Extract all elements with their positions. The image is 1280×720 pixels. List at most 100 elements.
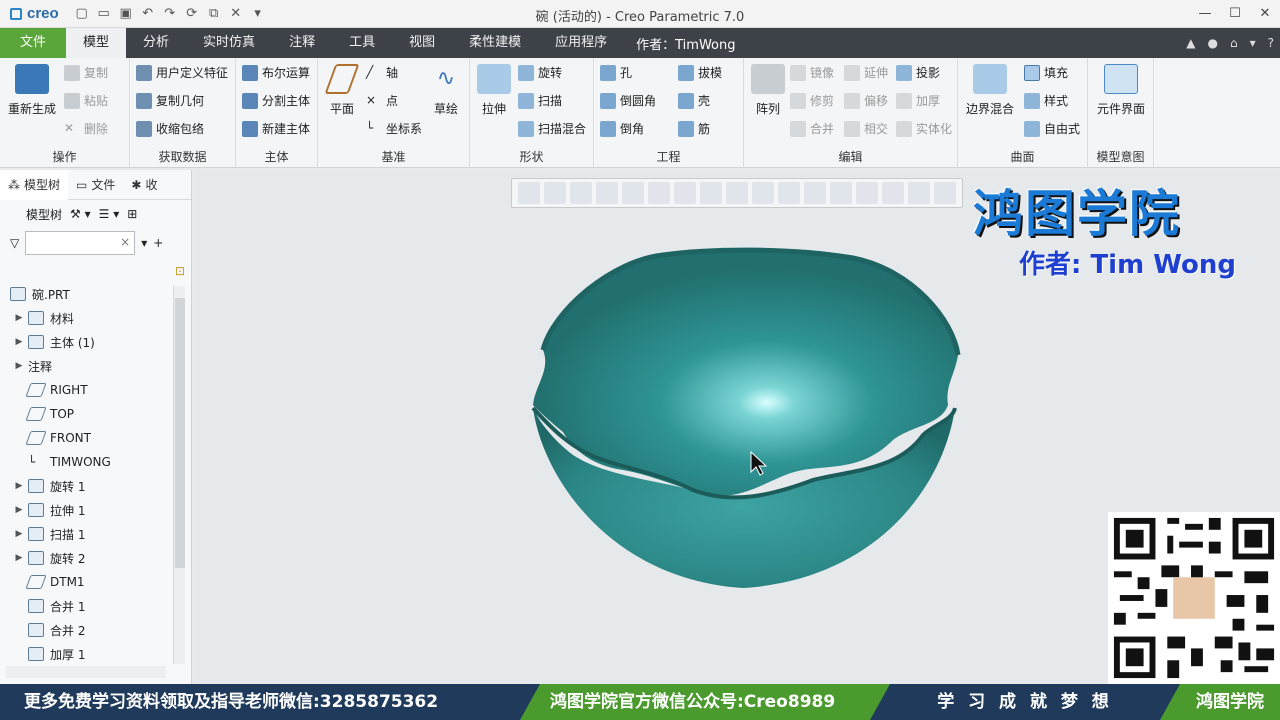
tree-item-dtm1[interactable]: DTM1: [0, 570, 172, 594]
customize-qat-icon[interactable]: ▾: [249, 5, 267, 23]
save-icon[interactable]: ▣: [117, 5, 135, 23]
trim-button[interactable]: 修剪: [790, 92, 834, 109]
group-label-engineering[interactable]: 工程: [594, 148, 743, 165]
graphics-area[interactable]: 鸿图学院 作者: Tim Wong: [193, 170, 1280, 684]
undo-icon[interactable]: ↶: [139, 5, 157, 23]
windows-icon[interactable]: ⧉: [205, 5, 223, 23]
shrinkwrap-button[interactable]: 收缩包络: [136, 120, 204, 137]
tree-filter-icon[interactable]: ⊞: [127, 207, 137, 221]
tree-columns-icon[interactable]: ☰ ▾: [99, 207, 120, 221]
round-button[interactable]: 倒圆角: [600, 92, 656, 109]
mirror-button[interactable]: 镜像: [790, 64, 834, 81]
tree-item-top[interactable]: TOP: [0, 402, 172, 426]
rib-button[interactable]: 筋: [678, 120, 710, 137]
tree-item-root[interactable]: 碗.PRT: [0, 282, 172, 306]
tree-item-right[interactable]: RIGHT: [0, 378, 172, 402]
revolve-button[interactable]: 旋转: [518, 64, 562, 81]
boundary-blend-button[interactable]: 边界混合: [962, 64, 1018, 117]
scrollbar-thumb[interactable]: [175, 298, 185, 568]
thicken-button[interactable]: 加厚: [896, 92, 940, 109]
collapse-ribbon-icon[interactable]: ▲: [1186, 36, 1195, 50]
csys-button[interactable]: └ 坐标系: [366, 120, 422, 137]
tree-item-revolve-2[interactable]: ▶ 旋转 2: [0, 546, 172, 570]
tree-settings-icon[interactable]: ⚒ ▾: [70, 207, 91, 221]
tab-model-tree[interactable]: ⁂ 模型树: [0, 169, 69, 200]
delete-button[interactable]: ✕ 删除: [64, 120, 108, 137]
clear-search-icon[interactable]: ×: [120, 235, 130, 249]
tree-item-bodies[interactable]: ▶ 主体 (1): [0, 330, 172, 354]
hole-button[interactable]: 孔: [600, 64, 632, 81]
tree-item-front[interactable]: FRONT: [0, 426, 172, 450]
chamfer-button[interactable]: 倒角: [600, 120, 644, 137]
expand-icon[interactable]: ▶: [10, 505, 28, 515]
tree-item-material[interactable]: ▶ 材料: [0, 306, 172, 330]
expand-icon[interactable]: ▶: [10, 529, 28, 539]
show-icon[interactable]: ⊡: [175, 264, 185, 278]
paste-button[interactable]: 粘贴: [64, 92, 108, 109]
group-label-shapes[interactable]: 形状: [470, 148, 593, 165]
tab-file[interactable]: 文件: [0, 28, 67, 58]
tab-model[interactable]: 模型: [66, 28, 127, 58]
shell-button[interactable]: 壳: [678, 92, 710, 109]
tree-vertical-scrollbar[interactable]: [173, 286, 185, 664]
offset-button[interactable]: 偏移: [844, 92, 888, 109]
group-label-editing[interactable]: 编辑: [744, 148, 957, 165]
tree-item-thicken-1[interactable]: 加厚 1: [0, 642, 172, 666]
tree-horizontal-scrollbar[interactable]: [6, 666, 166, 678]
pattern-button[interactable]: 阵列: [748, 64, 788, 117]
tree-search-input[interactable]: ×: [25, 231, 136, 255]
tree-item-merge-1[interactable]: 合并 1: [0, 594, 172, 618]
merge-button[interactable]: 合并: [790, 120, 834, 137]
tree-item-annotations[interactable]: ▶ 注释: [0, 354, 172, 378]
tree-item-merge-2[interactable]: 合并 2: [0, 618, 172, 642]
help-icon[interactable]: ●: [1207, 36, 1217, 50]
boolean-button[interactable]: 布尔运算: [242, 64, 310, 81]
style-button[interactable]: 样式: [1024, 92, 1068, 109]
project-button[interactable]: 投影: [896, 64, 940, 81]
close-icon[interactable]: ✕: [1250, 0, 1280, 28]
expand-icon[interactable]: ▶: [10, 361, 28, 371]
tab-annotate[interactable]: 注释: [272, 28, 332, 58]
regenerate-button[interactable]: 重新生成: [4, 64, 60, 117]
search-dropdown-icon[interactable]: ▾: [141, 236, 147, 250]
tab-files[interactable]: ▭ 文件: [68, 170, 123, 200]
udf-button[interactable]: 用户定义特征: [136, 64, 228, 81]
point-button[interactable]: × 点: [366, 92, 398, 109]
split-body-button[interactable]: 分割主体: [242, 92, 310, 109]
redo-icon[interactable]: ↷: [161, 5, 179, 23]
swept-blend-button[interactable]: 扫描混合: [518, 120, 586, 137]
expand-icon[interactable]: ▶: [10, 313, 28, 323]
freestyle-button[interactable]: 自由式: [1024, 120, 1080, 137]
draft-button[interactable]: 拔模: [678, 64, 722, 81]
copy-button[interactable]: 复制: [64, 64, 108, 81]
extend-button[interactable]: 延伸: [844, 64, 888, 81]
group-label-datum[interactable]: 基准: [318, 148, 469, 165]
tab-favorites[interactable]: ✱ 收: [123, 170, 165, 200]
add-filter-icon[interactable]: +: [153, 236, 163, 250]
minimize-icon[interactable]: —: [1190, 0, 1220, 28]
solidify-button[interactable]: 实体化: [896, 120, 952, 137]
sketch-button[interactable]: ∿ 草绘: [426, 64, 466, 117]
group-label-body[interactable]: 主体: [236, 148, 317, 165]
axis-button[interactable]: ╱ 轴: [366, 64, 398, 81]
tab-tools[interactable]: 工具: [332, 28, 392, 58]
info-icon[interactable]: ?: [1268, 36, 1274, 50]
tree-item-csys[interactable]: └ TIMWONG: [0, 450, 172, 474]
tree-item-sweep-1[interactable]: ▶ 扫描 1: [0, 522, 172, 546]
model-tree-menu-label[interactable]: 模型树: [26, 206, 62, 223]
settings-icon[interactable]: ⌂: [1230, 36, 1238, 50]
tab-live-simulation[interactable]: 实时仿真: [186, 28, 272, 58]
close-window-icon[interactable]: ✕: [227, 5, 245, 23]
tab-flexible-modeling[interactable]: 柔性建模: [452, 28, 538, 58]
tab-view[interactable]: 视图: [392, 28, 452, 58]
group-label-get-data[interactable]: 获取数据: [130, 148, 235, 165]
copy-geometry-button[interactable]: 复制几何: [136, 92, 204, 109]
tree-item-revolve-1[interactable]: ▶ 旋转 1: [0, 474, 172, 498]
tab-analysis[interactable]: 分析: [126, 28, 186, 58]
group-label-model-intent[interactable]: 模型意图: [1088, 148, 1153, 165]
sweep-button[interactable]: 扫描: [518, 92, 562, 109]
maximize-icon[interactable]: ☐: [1220, 0, 1250, 28]
intersect-button[interactable]: 相交: [844, 120, 888, 137]
group-label-operations[interactable]: 操作: [0, 148, 129, 165]
group-label-surfaces[interactable]: 曲面: [958, 148, 1087, 165]
